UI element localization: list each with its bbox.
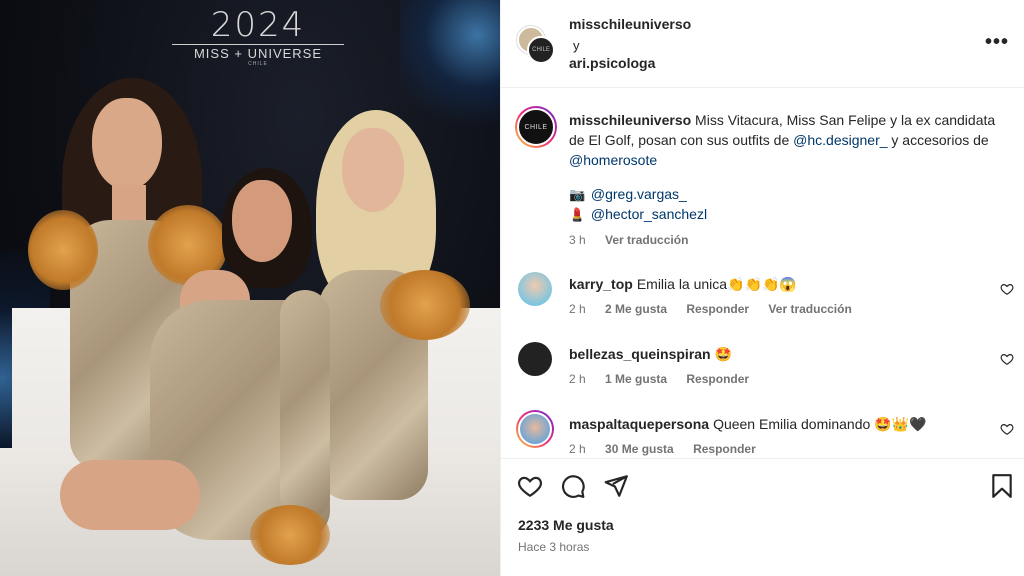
comment-text: bellezas_queinspiran 🤩 — [569, 346, 733, 362]
comment-avatar[interactable] — [516, 410, 554, 448]
more-icon[interactable]: ••• — [985, 32, 1009, 52]
caption-meta: 3 h Ver traducción — [569, 233, 689, 247]
reply-button[interactable]: Responder — [686, 372, 749, 386]
coauthor-username[interactable]: ari.psicologa — [569, 55, 655, 71]
lipstick-icon: 💄 — [569, 207, 586, 222]
like-count[interactable]: 2233 Me gusta — [518, 517, 614, 533]
post-header: CHILE misschileuniverso y ari.psicologa … — [501, 0, 1024, 88]
mention-link[interactable]: @homerosote — [569, 152, 657, 168]
reply-button[interactable]: Responder — [693, 442, 756, 456]
caption-username[interactable]: misschileuniverso — [569, 112, 691, 128]
share-icon[interactable] — [603, 473, 629, 499]
comment-username[interactable]: bellezas_queinspiran — [569, 346, 711, 362]
model-face — [342, 128, 404, 212]
likes-link[interactable]: 2 Me gusta — [605, 302, 667, 316]
translate-link[interactable]: Ver traducción — [768, 302, 851, 316]
feather-trim — [380, 270, 470, 340]
comment-icon[interactable] — [560, 473, 586, 499]
author-username[interactable]: misschileuniverso — [569, 16, 691, 32]
translate-link[interactable]: Ver traducción — [605, 233, 688, 247]
coauthor-avatar[interactable]: CHILE — [527, 36, 555, 64]
credit-line: 💄 @hector_sanchezl — [569, 206, 707, 223]
model-neck — [112, 185, 146, 225]
comment-avatar[interactable] — [518, 342, 552, 376]
heart-icon[interactable] — [1000, 422, 1014, 436]
comment-username[interactable]: maspaltaquepersona — [569, 416, 709, 432]
post-image[interactable]: 2024 MISS + UNIVERSE CHILE — [0, 0, 500, 576]
brand-logo: 2024 MISS + UNIVERSE CHILE — [172, 6, 344, 67]
comment-meta: 2 h 2 Me gusta Responder Ver traducción — [569, 302, 852, 316]
credit-line: 📷 @greg.vargas_ — [569, 186, 687, 203]
likes-link[interactable]: 1 Me gusta — [605, 372, 667, 386]
model-sleeve — [280, 290, 330, 520]
reply-button[interactable]: Responder — [686, 302, 749, 316]
comment-meta: 2 h 1 Me gusta Responder — [569, 372, 750, 386]
comment-username[interactable]: karry_top — [569, 276, 633, 292]
model-face — [232, 180, 292, 262]
comment-avatar[interactable] — [518, 272, 552, 306]
comment-text: maspaltaquepersona Queen Emilia dominando… — [569, 416, 927, 432]
model-legs — [60, 460, 200, 530]
caption-text: misschileuniverso Miss Vitacura, Miss Sa… — [569, 112, 996, 168]
like-heart-icon[interactable] — [517, 473, 543, 499]
comment-text: karry_top Emilia la unica👏👏👏😱 — [569, 276, 797, 292]
caption-avatar[interactable]: CHILE — [515, 106, 557, 148]
post-panel: CHILE misschileuniverso y ari.psicologa … — [500, 0, 1024, 576]
actions-divider — [501, 458, 1024, 459]
mention-link[interactable]: @hc.designer_ — [793, 132, 887, 148]
connector-text: y — [573, 38, 580, 53]
sparkle-decoration — [400, 0, 500, 140]
feather-trim — [28, 210, 98, 290]
likes-link[interactable]: 30 Me gusta — [605, 442, 674, 456]
mention-link[interactable]: @greg.vargas_ — [591, 186, 687, 202]
post-timestamp[interactable]: Hace 3 horas — [518, 540, 589, 554]
heart-icon[interactable] — [1000, 282, 1014, 296]
model-face — [92, 98, 162, 190]
heart-icon[interactable] — [1000, 352, 1014, 366]
mention-link[interactable]: @hector_sanchezl — [591, 206, 707, 222]
camera-icon: 📷 — [569, 187, 586, 202]
feather-trim — [250, 505, 330, 565]
bookmark-icon[interactable] — [989, 473, 1015, 499]
comment-meta: 2 h 30 Me gusta Responder — [569, 442, 756, 456]
